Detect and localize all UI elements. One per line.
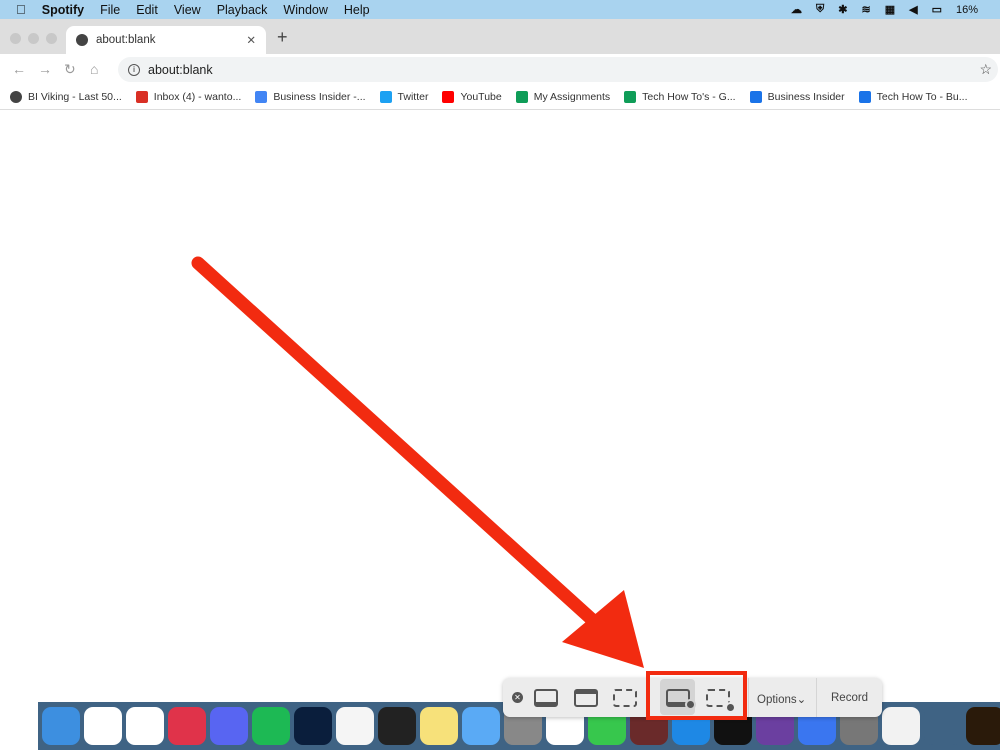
annotation-arrow — [191, 256, 644, 668]
arrow-shaft — [191, 256, 605, 632]
